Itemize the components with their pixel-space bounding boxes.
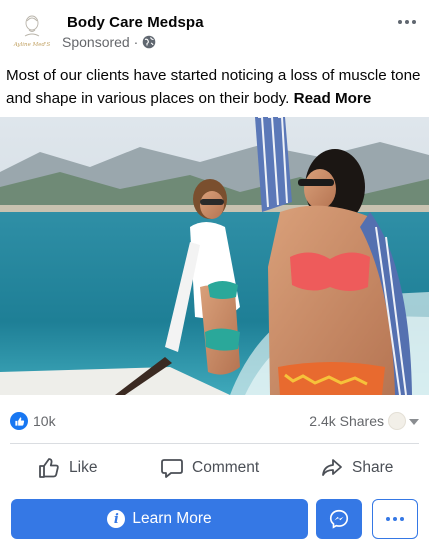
share-label: Share xyxy=(352,459,394,476)
more-options-icon[interactable] xyxy=(395,12,419,32)
post-actions: Like Comment Share xyxy=(0,449,429,487)
comment-label: Comment xyxy=(192,459,260,476)
page-avatar[interactable]: Ayline Med'S xyxy=(10,9,54,53)
thumbs-up-icon[interactable] xyxy=(10,412,28,430)
dot xyxy=(393,517,397,521)
medspa-logo-icon: Ayline Med'S xyxy=(11,10,53,52)
read-more-link[interactable]: Read More xyxy=(294,90,372,107)
divider xyxy=(10,443,419,444)
dot xyxy=(400,517,404,521)
learn-more-label: Learn More xyxy=(132,510,212,527)
chevron-down-icon[interactable] xyxy=(409,419,419,425)
info-icon: i xyxy=(107,510,126,528)
shares-count[interactable]: 2.4k Shares xyxy=(309,413,384,429)
share-arrow-icon xyxy=(322,459,342,476)
post-photo[interactable] xyxy=(0,117,429,395)
dot xyxy=(412,20,416,24)
sponsored-label-row: Sponsored · xyxy=(62,34,156,50)
like-count[interactable]: 10k xyxy=(33,413,56,429)
globe-icon xyxy=(142,35,156,49)
more-actions-button[interactable] xyxy=(372,499,418,539)
speech-bubble-icon xyxy=(161,459,183,478)
thumbs-up-outline-icon xyxy=(39,458,59,478)
share-button[interactable]: Share xyxy=(320,449,393,487)
dot xyxy=(398,20,402,24)
dot xyxy=(405,20,409,24)
messenger-button[interactable] xyxy=(316,499,362,539)
engagement-stats: 10k 2.4k Shares xyxy=(0,404,429,438)
like-label: Like xyxy=(69,459,98,476)
messenger-icon xyxy=(329,509,349,529)
comment-button[interactable]: Comment xyxy=(160,449,259,487)
post-caption: Most of our clients have started noticin… xyxy=(6,64,426,110)
avatar-script-text: Ayline Med'S xyxy=(13,42,51,48)
page-name[interactable]: Body Care Medspa xyxy=(67,14,204,31)
post-header: Ayline Med'S Body Care Medspa Sponsored … xyxy=(0,0,429,58)
sponsored-label: Sponsored · xyxy=(62,34,139,50)
learn-more-button[interactable]: i Learn More xyxy=(11,499,308,539)
like-button[interactable]: Like xyxy=(37,449,97,487)
dot xyxy=(386,517,390,521)
viewer-avatar[interactable] xyxy=(388,412,406,430)
